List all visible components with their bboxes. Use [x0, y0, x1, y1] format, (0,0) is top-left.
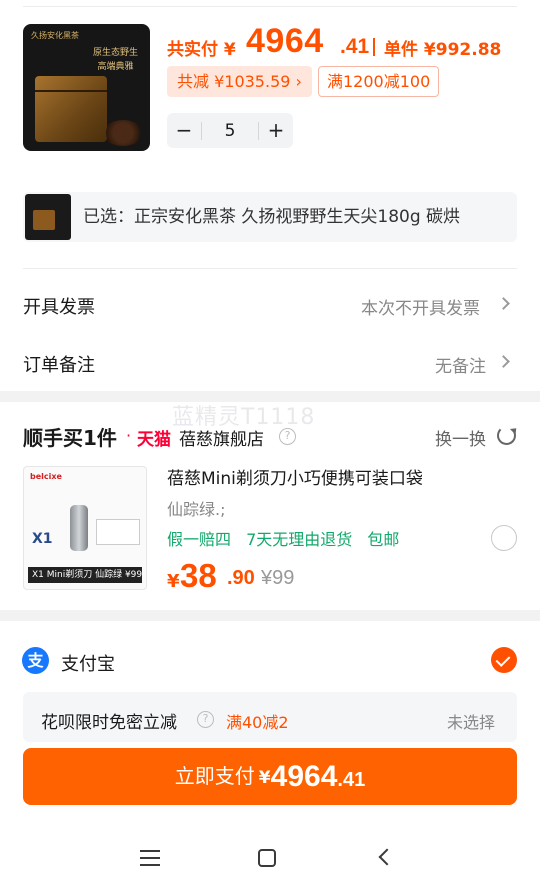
- pay-button-symbol: ¥: [258, 768, 271, 788]
- upsell-price-dec: .90: [227, 567, 255, 589]
- upsell-price-int: 38: [180, 557, 217, 594]
- invoice-label: 开具发票: [23, 297, 95, 318]
- huabei-promo: 满40减2: [226, 713, 289, 732]
- quantity-stepper: − 5 +: [167, 113, 293, 148]
- help-icon[interactable]: ?: [197, 711, 214, 728]
- check-icon[interactable]: [491, 647, 517, 673]
- pay-button-label: 立即支付: [174, 764, 255, 788]
- watermark: 蓝精灵T1118: [172, 405, 316, 430]
- nav-back-icon[interactable]: [378, 848, 396, 866]
- section-gap: [0, 610, 540, 621]
- upsell-original-price: ¥99: [261, 567, 295, 589]
- nav-home-icon[interactable]: [258, 849, 276, 867]
- remark-row[interactable]: 无备注: [435, 352, 486, 377]
- huabei-status[interactable]: 未选择: [447, 709, 495, 733]
- selected-sku-thumbnail: [25, 194, 71, 240]
- invoice-value: 本次不开具发票: [361, 299, 480, 319]
- selected-sku-text: 已选：正宗安化黑茶 久扬视野野生天尖180g 碳烘: [83, 207, 461, 227]
- tag-fake-compensation: 假一赔四: [167, 530, 232, 549]
- price-separator: [373, 38, 375, 56]
- remark-value: 无备注: [435, 357, 486, 377]
- quantity-plus-button[interactable]: +: [259, 113, 293, 148]
- upsell-select-radio[interactable]: [491, 525, 517, 551]
- selected-sku[interactable]: 已选：正宗安化黑茶 久扬视野野生天尖180g 碳烘: [23, 192, 517, 242]
- pay-now-button[interactable]: 立即支付 ¥4964.41: [23, 748, 517, 805]
- payment-method-name[interactable]: 支付宝: [61, 650, 115, 676]
- tag-7day-return: 7天无理由退货: [246, 530, 353, 549]
- huabei-label: 花呗限时免密立减: [41, 713, 177, 733]
- remark-label: 订单备注: [23, 355, 95, 376]
- upsell-item-tags: 假一赔四 7天无理由退货 包邮: [167, 526, 409, 550]
- upsell-price-symbol: ¥: [167, 571, 180, 592]
- invoice-row[interactable]: 本次不开具发票: [361, 294, 480, 319]
- section-divider: [23, 268, 517, 269]
- promo-tag: 满1200减100: [318, 66, 440, 97]
- tag-free-shipping: 包邮: [367, 530, 400, 549]
- total-price-int: 4964: [246, 22, 324, 60]
- tmall-logo: 天猫: [137, 430, 171, 450]
- total-price-dec: .41: [340, 35, 370, 58]
- upsell-item-variant: 仙踪绿.;: [167, 500, 226, 519]
- swap-button[interactable]: 换一换: [435, 425, 486, 450]
- razor-graphic: [70, 505, 88, 551]
- alipay-icon: 支: [22, 647, 49, 674]
- unit-price: 单件 ¥992.88: [384, 40, 502, 60]
- top-divider: [23, 6, 517, 7]
- discount-tag[interactable]: 共减 ¥1035.59 ›: [167, 66, 312, 97]
- nav-menu-icon[interactable]: [140, 850, 160, 866]
- upsell-image-model: X1: [32, 531, 53, 547]
- accessories-graphic: [96, 519, 140, 545]
- quantity-minus-button[interactable]: −: [167, 113, 201, 148]
- chevron-right-icon: [497, 355, 510, 368]
- slogan-line-1: 原生态野生: [92, 48, 138, 58]
- pay-button-amount-dec: .41: [337, 769, 366, 791]
- refresh-icon[interactable]: [497, 426, 516, 445]
- upsell-dot: ·: [126, 426, 132, 445]
- product-image-brand: 久扬安化黑茶: [31, 31, 79, 40]
- upsell-image-bar: X1 Mini剃须刀 仙踪绿 ¥99: [28, 567, 142, 583]
- slogan-line-2: 高端典雅: [97, 62, 134, 72]
- pay-button-amount-int: 4964: [270, 760, 338, 793]
- product-image-slogan: 原生态野生 高端典雅: [93, 46, 138, 74]
- upsell-product-image[interactable]: belcixe X1 X1 Mini剃须刀 仙踪绿 ¥99: [23, 466, 147, 590]
- upsell-image-brand: belcixe: [30, 472, 62, 481]
- upsell-item-title[interactable]: 蓓慈Mini剃须刀小巧便携可装口袋: [167, 464, 423, 489]
- product-image[interactable]: 久扬安化黑茶 原生态野生 高端典雅: [23, 24, 150, 151]
- upsell-title: 顺手买1件: [23, 426, 117, 450]
- quantity-input[interactable]: 5: [201, 122, 259, 140]
- chevron-right-icon: [497, 297, 510, 310]
- total-pay-label: 共实付 ¥: [167, 40, 236, 60]
- tea-leaves-graphic: [103, 120, 143, 146]
- tea-box-graphic: [35, 76, 107, 142]
